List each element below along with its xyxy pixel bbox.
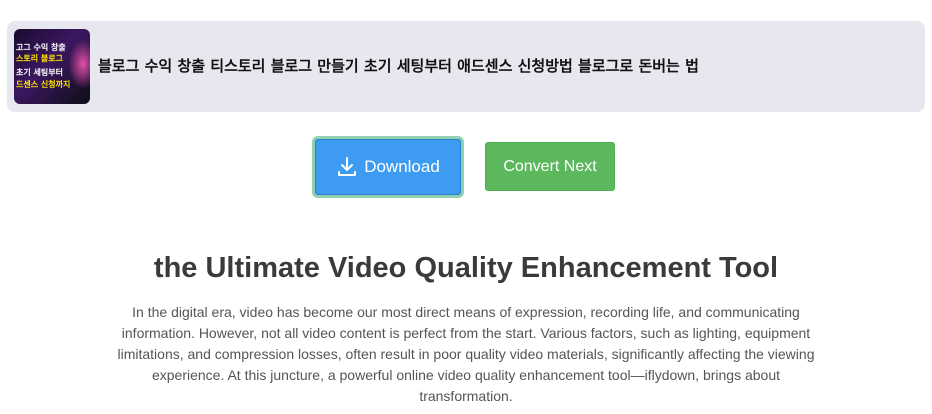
thumbnail-text-line: 고그 수익 창출	[16, 43, 66, 52]
thumbnail-text-line: 드센스 신청까지	[16, 80, 71, 89]
download-button-label: Download	[364, 157, 440, 176]
article-body: In the digital era, video has become our…	[117, 304, 815, 404]
video-result-card: 고그 수익 창출 스토리 블로그 초기 세팅부터 드센스 신청까지 블로그 수익…	[7, 21, 925, 112]
convert-next-label: Convert Next	[503, 157, 597, 175]
thumbnail-glow	[68, 39, 90, 89]
download-icon	[336, 156, 358, 178]
video-thumbnail: 고그 수익 창출 스토리 블로그 초기 세팅부터 드센스 신청까지	[14, 29, 90, 104]
download-button[interactable]: Download	[315, 139, 461, 195]
thumbnail-text-line: 초기 세팅부터	[16, 68, 63, 77]
video-title: 블로그 수익 창출 티스토리 블로그 만들기 초기 세팅부터 애드센스 신청방법…	[98, 57, 699, 75]
article-heading: the Ultimate Video Quality Enhancement T…	[153, 252, 779, 284]
thumbnail-text-line: 스토리 블로그	[16, 54, 63, 63]
convert-next-button[interactable]: Convert Next	[485, 142, 615, 191]
